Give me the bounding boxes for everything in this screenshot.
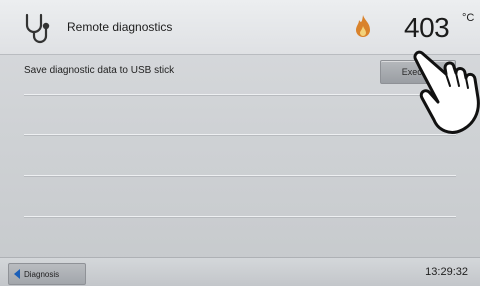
page-title: Remote diagnostics (67, 20, 173, 34)
pointing-hand-icon (413, 50, 480, 134)
header-bar: Remote diagnostics 403 °C (0, 0, 480, 55)
temperature-unit: °C (462, 12, 475, 24)
remote-diagnostics-screen: Remote diagnostics 403 °C Save diagnosti… (0, 0, 480, 286)
footer-bar: Diagnosis 13:29:32 (0, 257, 480, 286)
clock: 13:29:32 (425, 266, 468, 278)
temperature-value: 403 (404, 12, 450, 43)
row-divider (24, 134, 456, 135)
row-divider (24, 216, 456, 217)
stethoscope-icon (25, 13, 50, 44)
row-divider (24, 175, 456, 176)
back-button-label: Diagnosis (24, 269, 60, 279)
back-arrow-icon (14, 269, 20, 279)
row-divider (24, 94, 456, 95)
back-button[interactable]: Diagnosis (8, 263, 86, 285)
flame-icon (356, 15, 370, 37)
row-label-save-usb: Save diagnostic data to USB stick (24, 65, 175, 76)
